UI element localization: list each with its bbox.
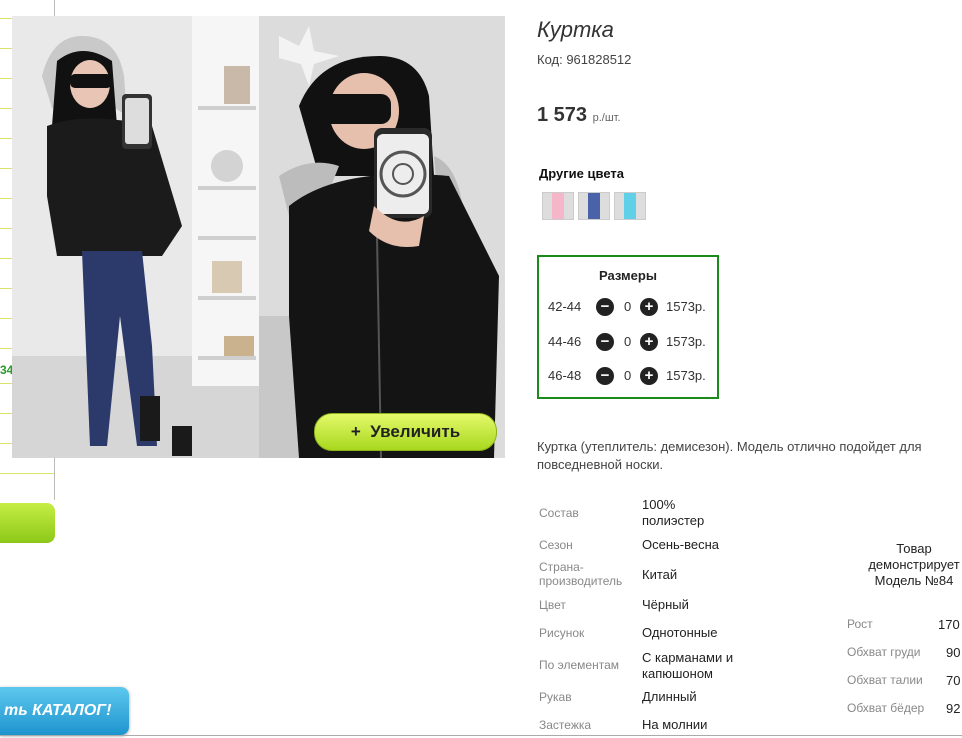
color-swatch[interactable] [578,192,610,220]
spec-label: Сезон [539,538,573,552]
spec-value: Чёрный [642,597,689,612]
color-swatch[interactable] [542,192,574,220]
model-param-value: 90 [946,645,961,660]
size-row: 42-44 − 0 + 1573р. [548,297,718,317]
size-label: 44-46 [548,334,582,349]
minus-icon[interactable]: − [596,333,614,351]
model-param-value: 170 [938,617,960,632]
spec-label: По элементам [539,658,620,672]
size-row: 44-46 − 0 + 1573р. [548,332,718,352]
zoom-button[interactable]: + Увеличить [314,413,497,451]
model-param-label: Рост [847,617,873,631]
sizes-title: Размеры [599,268,657,283]
model-title: Товар демонстрирует Модель №84 [868,541,960,588]
product-code: Код: 961828512 [537,52,632,67]
bottom-divider [0,735,962,736]
model-param-value: 70 [946,673,961,688]
size-price: 1573р. [666,368,706,383]
model-param-label: Обхват бёдер [847,701,925,715]
spec-value: Длинный [642,689,697,704]
zoom-button-label: Увеличить [370,422,461,441]
sidebar-divider [0,473,54,474]
spec-value: С карманами и капюшоном [642,650,734,681]
minus-icon[interactable]: − [596,367,614,385]
plus-icon: + [350,422,361,441]
spec-label: Рисунок [539,626,585,640]
spec-label: Цвет [539,598,566,612]
sidebar-green-button[interactable] [0,503,55,543]
minus-icon[interactable]: − [596,298,614,316]
model-param-value: 92 [946,701,961,716]
product-title: Куртка [537,17,614,42]
spec-value: Однотонные [642,625,718,640]
product-description: Куртка (утеплитель: демисезон). Модель о… [537,439,922,472]
plus-icon[interactable]: + [640,333,658,351]
sizes-box: Размеры 42-44 − 0 + 1573р. 44-46 − 0 + 1… [537,255,719,399]
model-param-label: Обхват груди [847,645,921,659]
product-photo-closeup[interactable] [259,16,505,458]
size-price: 1573р. [666,299,706,314]
other-colors-title: Другие цвета [539,166,624,181]
product-photo-front[interactable] [12,16,259,458]
size-row: 46-48 − 0 + 1573р. [548,366,718,386]
spec-value: Осень-весна [642,537,720,552]
size-quantity: 0 [624,334,632,349]
size-price: 1573р. [666,334,706,349]
spec-label: Рукав [539,690,572,704]
size-label: 46-48 [548,368,582,383]
size-label: 42-44 [548,299,582,314]
color-swatch[interactable] [614,192,646,220]
plus-icon[interactable]: + [640,367,658,385]
price-value: 1 573 [537,104,588,126]
size-quantity: 0 [624,299,632,314]
spec-label: Состав [539,506,579,520]
spec-value: Китай [642,567,678,582]
spec-value: На молнии [642,717,708,732]
spec-label: Страна-производитель [539,560,623,588]
spec-label: Застежка [539,718,592,732]
catalog-button[interactable]: ть КАТАЛОГ! [0,687,129,735]
product-price: 1 573 р./шт. [537,104,621,127]
plus-icon[interactable]: + [640,298,658,316]
model-param-label: Обхват талии [847,673,923,687]
price-unit: р./шт. [592,112,621,124]
size-quantity: 0 [624,368,632,383]
spec-value: 100% полиэстер [642,497,705,528]
